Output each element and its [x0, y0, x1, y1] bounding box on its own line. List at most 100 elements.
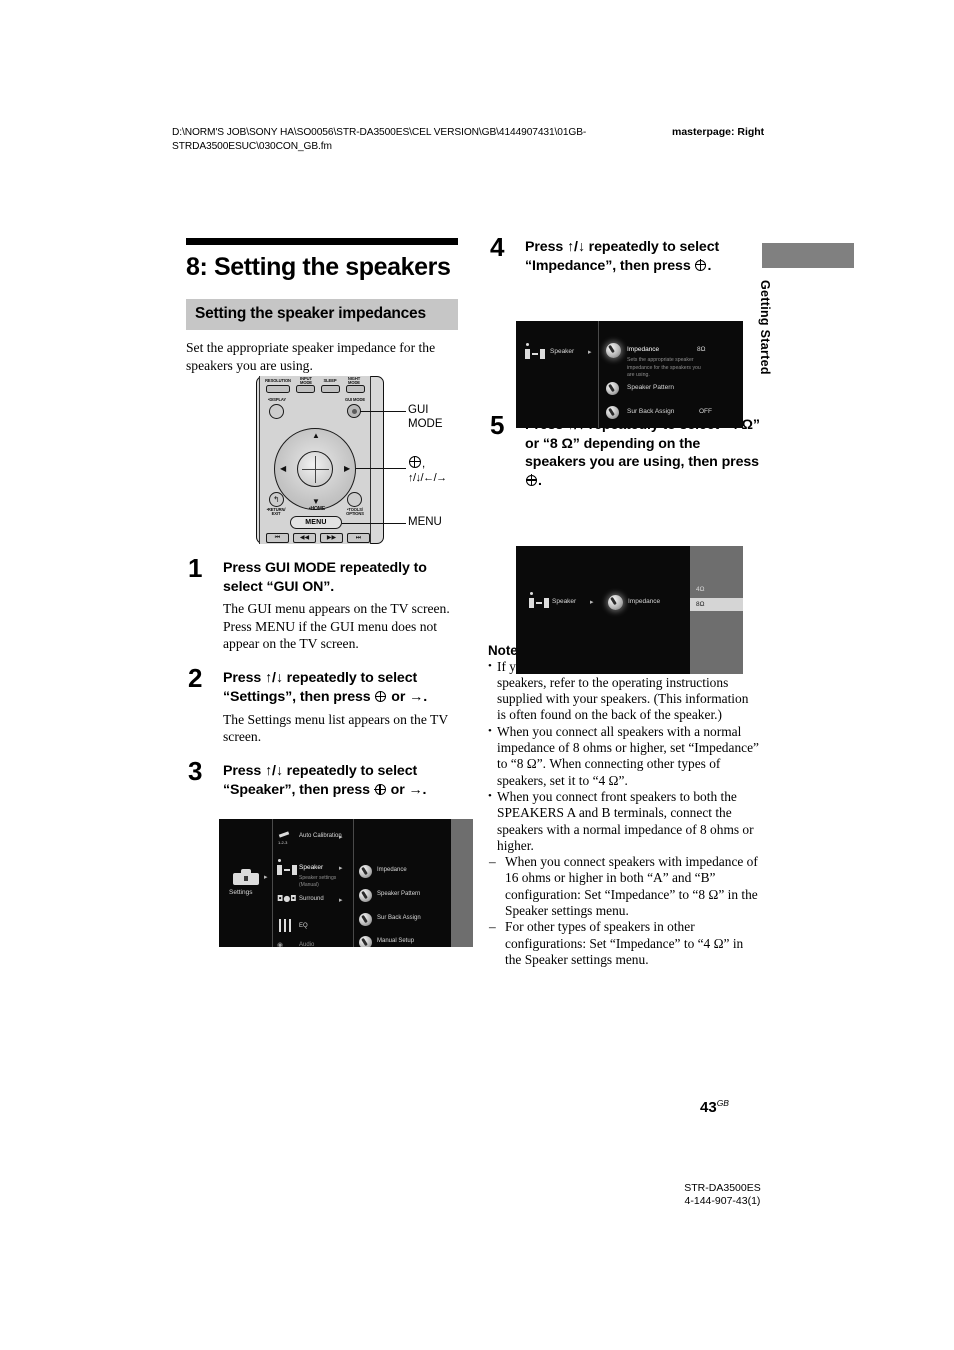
gui-speaker-root-label: Speaker: [552, 598, 577, 605]
step-2: 2 Press ↑/↓ repeatedly to select “Settin…: [186, 665, 458, 745]
callout-line-menu: [342, 523, 406, 525]
section-intro: Set the appropriate speaker impedance fo…: [186, 340, 436, 373]
remote-button-return[interactable]: ↰: [269, 492, 284, 507]
gui-item-surround[interactable]: Surround: [299, 896, 324, 902]
eq-icon: [278, 919, 292, 933]
gui-speaker-caret-icon: ▸: [588, 348, 592, 356]
gui-item-impedance[interactable]: Impedance: [628, 598, 660, 605]
remote-button-prev[interactable]: ⏮: [266, 533, 289, 543]
gui-item-impedance[interactable]: Impedance: [377, 867, 407, 873]
remote-label-return-exit: •RETURN/ EXIT: [266, 507, 286, 517]
gui-speaker-root-label: Speaker: [550, 348, 575, 355]
gui-settings-root-label: Settings: [229, 889, 253, 896]
gui-option-4-ohm[interactable]: 4Ω: [696, 586, 704, 593]
speaker-icon: [525, 343, 545, 360]
gui-settings-caret-icon: ▸: [264, 873, 268, 881]
gui-side-panel: [451, 819, 473, 947]
gui-item-sur-back-assign[interactable]: Sur Back Assign: [627, 408, 674, 415]
gui-item-audio[interactable]: Audio: [299, 942, 314, 947]
page-number: 43GB: [700, 1098, 729, 1116]
remote-button-menu[interactable]: MENU: [290, 516, 342, 529]
gui-screenshot-settings-menu: Settings ▸ 1-2-3 Auto Calibration ▸ Spea…: [219, 819, 473, 947]
note-item: When you connect all speakers with a nor…: [488, 723, 760, 789]
remote-button-night-mode[interactable]: [346, 385, 365, 393]
callout-line-enter: [356, 468, 406, 470]
gui-item-manual-setup[interactable]: Manual Setup: [377, 938, 414, 944]
gui-item-impedance[interactable]: Impedance: [627, 346, 659, 353]
sur-back-assign-disc-icon: [359, 913, 372, 926]
enter-icon: [374, 783, 386, 795]
remote-label-gui-mode: GUI MODE: [345, 397, 365, 402]
step-3-heading: Press ↑/↓ repeatedly to select “Speaker”…: [223, 762, 458, 799]
remote-label-menu: MENU: [305, 519, 327, 526]
step-3-heading-b: or →.: [390, 782, 427, 798]
gui-caret-speaker-icon: ▸: [339, 864, 343, 872]
callout-gui-mode: GUI MODE: [408, 404, 443, 431]
impedance-disc-icon: [608, 595, 623, 610]
note-subitem: For other types of speakers in other con…: [488, 919, 760, 968]
remote-button-next[interactable]: ⏭: [347, 533, 370, 543]
impedance-disc-icon: [606, 343, 621, 358]
gui-caret-auto-calibration-icon: ▸: [339, 833, 343, 841]
enter-icon: [374, 690, 387, 702]
dpad-left-icon[interactable]: ◀: [280, 465, 286, 473]
gui-item-speaker-pattern[interactable]: Speaker Pattern: [627, 384, 674, 391]
step-1: 1 Press GUI MODE repeatedly to select “G…: [186, 555, 458, 652]
step-4-number: 4: [490, 232, 505, 262]
step-2-body: The Settings menu list appears on the TV…: [223, 711, 448, 744]
notes-sublist: When you connect speakers with impedance…: [488, 854, 760, 968]
remote-button-gui-mode[interactable]: [347, 404, 361, 418]
step-3-number: 3: [188, 756, 203, 787]
gui-speaker-caret-icon: ▸: [590, 598, 594, 606]
dpad-right-icon[interactable]: ▶: [344, 465, 350, 473]
gui-option-8-ohm[interactable]: 8Ω: [696, 601, 704, 608]
page-title: 8: Setting the speakers: [186, 253, 451, 281]
remote-button-display[interactable]: [269, 404, 284, 419]
footer-model: STR-DA3500ES: [684, 1182, 761, 1194]
remote-enter-button[interactable]: [297, 451, 333, 487]
gui-item-auto-calibration[interactable]: Auto Calibration: [299, 833, 342, 839]
remote-button-resolution[interactable]: [266, 385, 290, 393]
gui-column-separator-1: [272, 819, 273, 947]
remote-label-home: •HOME: [308, 506, 326, 512]
gui-item-eq[interactable]: EQ: [299, 923, 308, 929]
edge-tab-marker: [762, 243, 854, 268]
step-2-heading-a: Press ↑/↓ repeatedly to select “Settings…: [223, 670, 418, 705]
remote-button-input-mode[interactable]: [296, 385, 315, 393]
remote-label-tools-options: •TOOLS/ OPTIONS: [346, 507, 364, 517]
page-number-value: 43: [700, 1099, 717, 1116]
gui-value-sur-back-assign: OFF: [699, 408, 712, 415]
gui-item-speaker[interactable]: Speaker: [299, 864, 323, 871]
step-1-number: 1: [188, 553, 203, 583]
gui-column-separator-2: [353, 819, 354, 947]
audio-icon: ◉: [277, 941, 284, 947]
remote-label-display: •DISPLAY: [268, 397, 286, 402]
document-path: D:\NORM'S JOB\SONY HA\SO0056\STR-DA3500E…: [172, 127, 587, 152]
enter-icon: [525, 474, 537, 486]
note-subitem: When you connect speakers with impedance…: [488, 854, 760, 919]
callout-enter-directions: , ↑/↓/←/→: [408, 455, 447, 485]
masterpage-label: masterpage: Right: [672, 126, 765, 138]
remote-button-forward[interactable]: ▶▶: [320, 533, 343, 543]
chapter-rule: [186, 238, 458, 245]
gui-item-speaker-pattern[interactable]: Speaker Pattern: [377, 891, 420, 897]
notes-block: Notes If you are not sure of the impedan…: [488, 643, 760, 969]
settings-toolbox-icon: [233, 868, 259, 885]
gui-value-impedance: 8Ω: [697, 346, 706, 353]
gui-item-sur-back-assign[interactable]: Sur Back Assign: [377, 915, 421, 921]
remote-label-resolution: RESOLUTION: [265, 378, 291, 383]
step-4: 4 Press ↑/↓ repeatedly to select “Impeda…: [488, 234, 760, 275]
gui-screenshot-speaker-menu: Speaker ▸ Impedance 8Ω Sets the appropri…: [516, 321, 743, 428]
footer-identifier: STR-DA3500ES 4-144-907-43(1): [660, 1182, 785, 1208]
step-5-heading-b: .: [538, 472, 542, 489]
dpad-down-icon[interactable]: ▼: [312, 498, 320, 506]
step-5-number: 5: [490, 410, 505, 441]
sur-back-assign-disc-icon: [606, 406, 619, 419]
dpad-up-icon[interactable]: ▲: [312, 432, 320, 440]
manual-setup-disc-icon: [359, 936, 372, 947]
remote-button-tools[interactable]: [347, 492, 362, 507]
gui-column-separator: [598, 321, 599, 428]
remote-button-sleep[interactable]: [321, 385, 340, 393]
step-3-heading-a: Press ↑/↓ repeatedly to select “Speaker”…: [223, 763, 418, 798]
remote-button-rewind[interactable]: ◀◀: [293, 533, 316, 543]
